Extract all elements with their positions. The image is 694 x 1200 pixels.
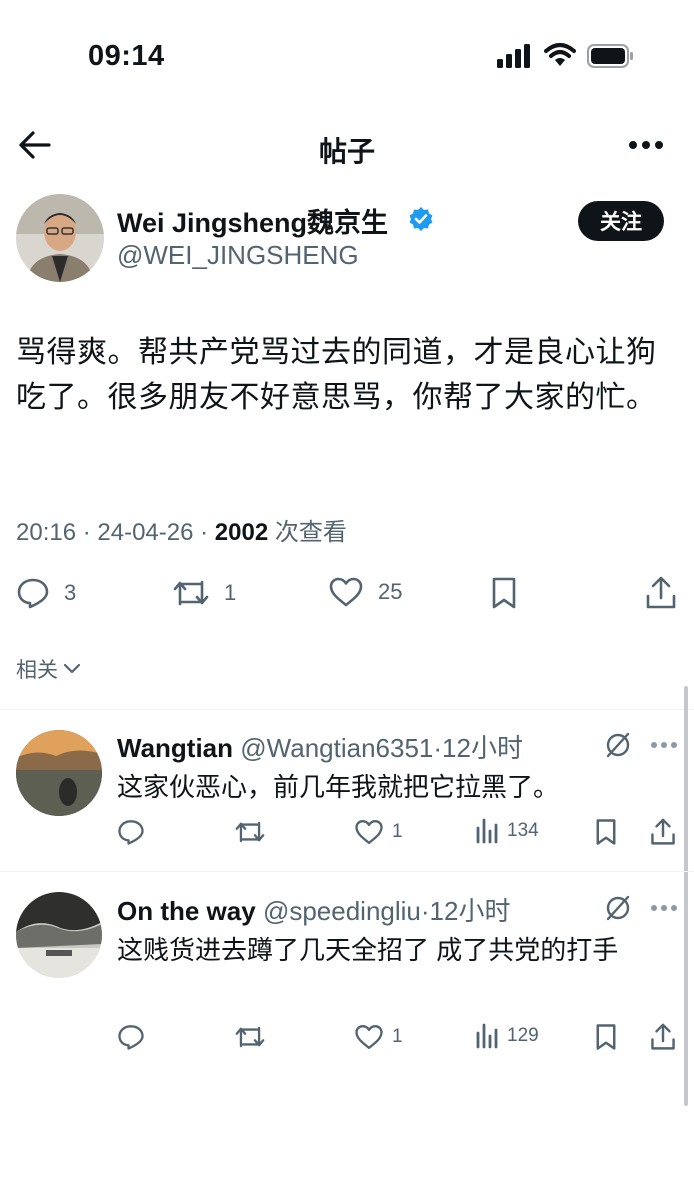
reply-author-name[interactable]: Wangtian — [117, 733, 233, 763]
like-button[interactable]: 25 — [328, 576, 402, 608]
heart-icon — [355, 820, 383, 844]
post-text: 骂得爽。帮共产党骂过去的同道，才是良心让狗吃了。很多朋友不好意思骂，你帮了大家的… — [16, 336, 657, 414]
status-time: 09:14 — [88, 40, 165, 72]
reply-icon — [118, 820, 144, 845]
grok-icon[interactable] — [604, 731, 632, 759]
share-icon — [651, 818, 675, 845]
wifi-icon — [544, 43, 576, 66]
divider — [0, 709, 694, 710]
heart-icon — [355, 1024, 383, 1049]
reply-bookmark-button[interactable] — [594, 1023, 618, 1051]
bookmark-button[interactable] — [490, 576, 518, 610]
heart-icon — [329, 577, 363, 607]
repost-button[interactable]: 1 — [172, 576, 236, 610]
reply-avatar[interactable] — [16, 730, 102, 816]
share-icon — [646, 576, 676, 609]
chevron-down-icon — [63, 663, 81, 674]
reply-author-name[interactable]: On the way — [117, 896, 256, 926]
battery-icon — [587, 44, 633, 68]
reply-like-button[interactable]: 1 — [354, 818, 403, 846]
post-time: 20:16 — [16, 519, 77, 546]
reply-time: ·12小时 — [433, 733, 523, 763]
reply-repost-button[interactable] — [234, 818, 266, 846]
author-name[interactable]: Wei Jingsheng魏京生 — [117, 201, 388, 240]
reply-author-handle[interactable]: @Wangtian6351 — [240, 733, 433, 763]
repost-icon — [235, 1026, 265, 1048]
share-icon — [651, 1023, 675, 1050]
view-count-label: 次查看 — [274, 519, 347, 546]
reply-share-button[interactable] — [650, 1023, 676, 1051]
reply-reply-button[interactable] — [117, 1023, 145, 1051]
reply-view-count: 134 — [507, 820, 539, 841]
reply-reply-button[interactable] — [117, 818, 145, 846]
reply-icon — [118, 1025, 144, 1050]
reply-time: ·12小时 — [420, 896, 511, 926]
reply-icon — [17, 578, 49, 609]
reply-like-count: 1 — [392, 821, 403, 842]
cellular-signal-icon — [497, 44, 530, 68]
reply-text: 这家伙恶心，前几年我就把它拉黑了。 — [117, 772, 560, 802]
related-toggle[interactable]: 相关 — [16, 654, 82, 684]
analytics-icon — [476, 1023, 498, 1049]
divider — [0, 871, 694, 872]
view-count: 2002 — [214, 519, 269, 546]
reply-like-button[interactable]: 1 — [354, 1023, 403, 1051]
reply-views-button[interactable]: 134 — [475, 818, 539, 844]
reply-author-handle[interactable]: @speedingliu — [263, 896, 421, 926]
more-options-icon[interactable] — [650, 904, 678, 912]
author-avatar[interactable] — [16, 194, 104, 282]
repost-icon — [235, 821, 265, 843]
repost-icon — [173, 580, 209, 606]
grok-icon[interactable] — [604, 894, 632, 922]
like-count: 25 — [378, 579, 403, 604]
page-title: 帖子 — [318, 136, 375, 167]
reply-views-button[interactable]: 129 — [475, 1023, 539, 1049]
analytics-icon — [476, 818, 498, 844]
reply-header: Wangtian @Wangtian6351·12小时 — [117, 728, 523, 765]
author-handle[interactable]: @WEI_JINGSHENG — [117, 240, 359, 271]
verified-badge-icon — [409, 207, 433, 231]
related-label: 相关 — [16, 659, 58, 682]
bookmark-icon — [596, 1024, 616, 1050]
scrollbar[interactable] — [684, 686, 688, 1106]
bookmark-icon — [492, 577, 516, 609]
reply-bookmark-button[interactable] — [594, 818, 618, 846]
repost-count: 1 — [224, 580, 237, 605]
follow-button[interactable]: 关注 — [578, 201, 664, 241]
share-button[interactable] — [645, 576, 677, 610]
reply-repost-button[interactable] — [234, 1023, 266, 1051]
reply-text: 这贱货进去蹲了几天全招了 成了共党的打手 — [117, 935, 619, 965]
reply-avatar[interactable] — [16, 892, 102, 978]
reply-like-count: 1 — [392, 1026, 403, 1047]
reply-share-button[interactable] — [650, 818, 676, 846]
more-options-icon[interactable] — [628, 139, 664, 151]
bookmark-icon — [596, 819, 616, 845]
reply-count: 3 — [64, 580, 77, 605]
reply-view-count: 129 — [507, 1025, 539, 1046]
more-options-icon[interactable] — [650, 741, 678, 749]
reply-button[interactable]: 3 — [16, 576, 76, 610]
post-meta: 20:16 · 24-04-26 · 2002 次查看 — [16, 519, 347, 546]
reply-header: On the way @speedingliu·12小时 — [117, 891, 510, 928]
post-date: 24-04-26 — [97, 519, 194, 546]
